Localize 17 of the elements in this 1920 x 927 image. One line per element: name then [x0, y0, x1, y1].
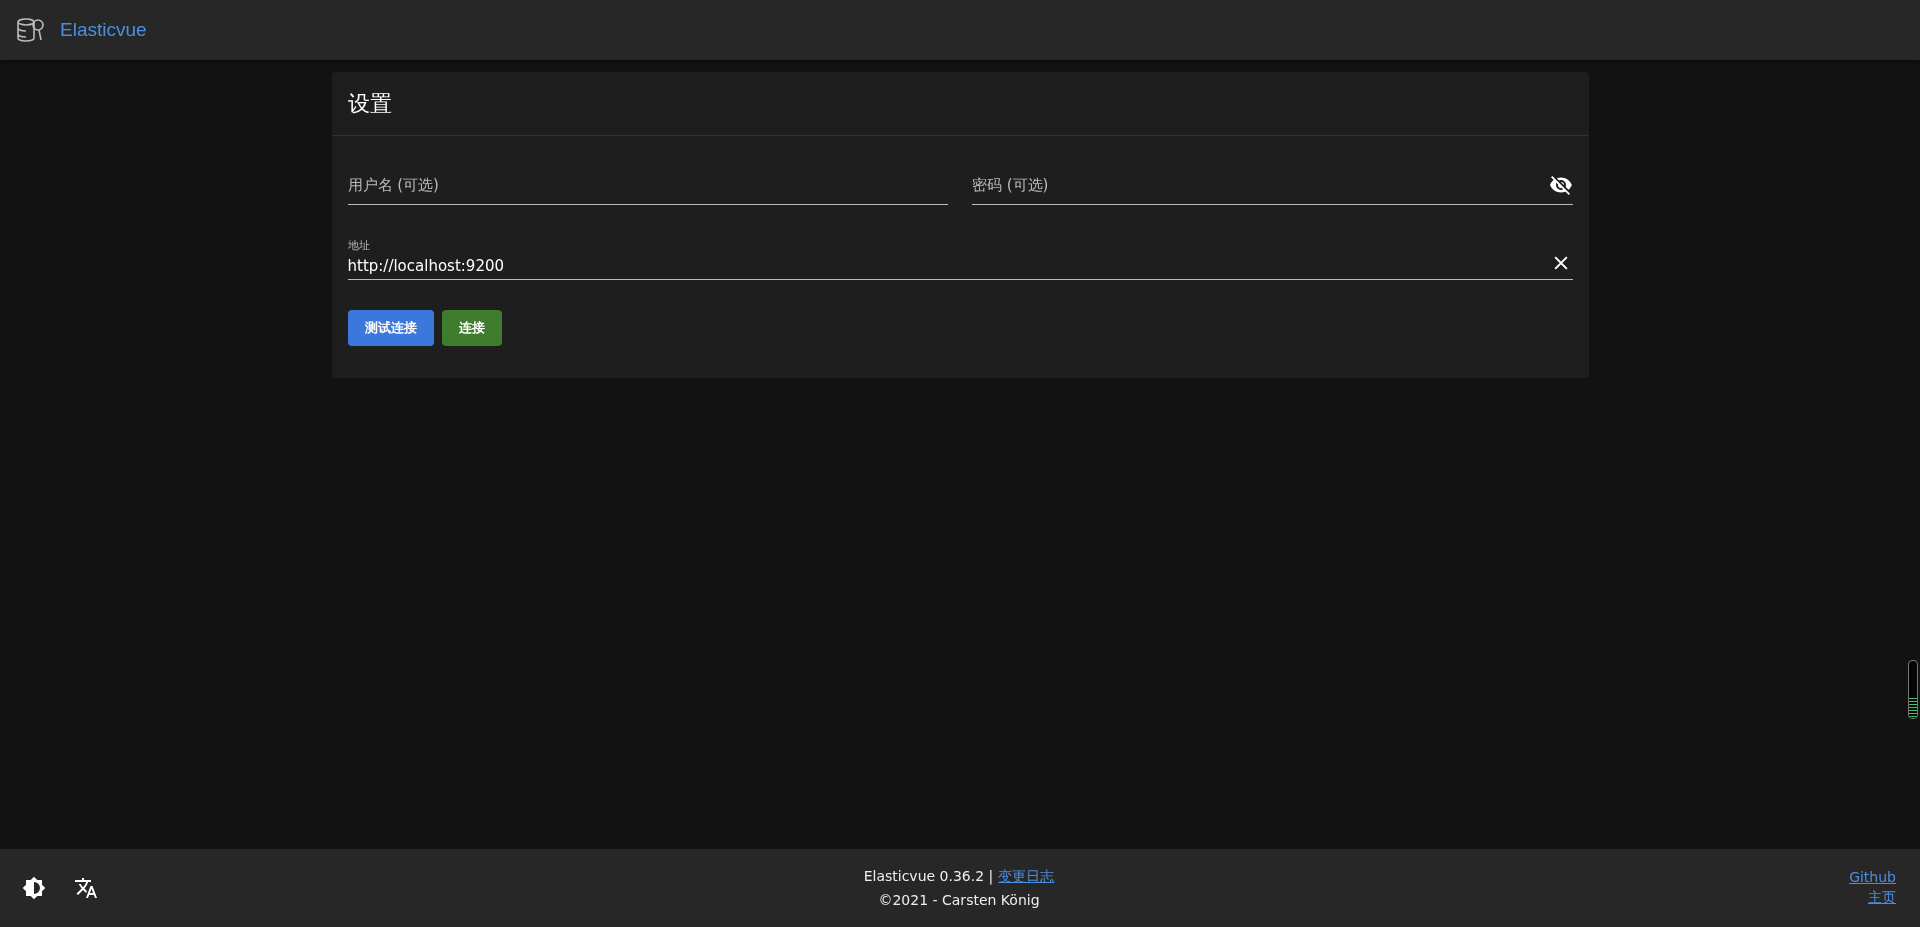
action-button[interactable]: 测试连接: [347, 310, 434, 346]
action-button[interactable]: 连接: [441, 310, 502, 346]
footer-link[interactable]: 主页: [1868, 889, 1896, 907]
footer-link[interactable]: Github: [1849, 869, 1896, 885]
address-field[interactable]: http://localhost:9200: [347, 257, 1551, 275]
copyright-text: ©2021 - Carsten König: [878, 892, 1040, 908]
brightness-icon[interactable]: [22, 876, 46, 900]
changelog-link[interactable]: 变更日志: [998, 868, 1055, 886]
card-title: 设置: [331, 72, 1589, 136]
field-label: 地址: [347, 238, 371, 253]
username-field[interactable]: 用户名 (可选): [347, 176, 948, 194]
database-search-icon: [16, 16, 46, 44]
translate-icon[interactable]: [74, 876, 98, 900]
app-title[interactable]: Elasticvue: [60, 19, 147, 41]
eye-off-icon[interactable]: [1548, 173, 1573, 197]
version-text: Elasticvue 0.36.2 |: [863, 868, 994, 886]
password-field[interactable]: 密码 (可选): [972, 176, 1549, 194]
